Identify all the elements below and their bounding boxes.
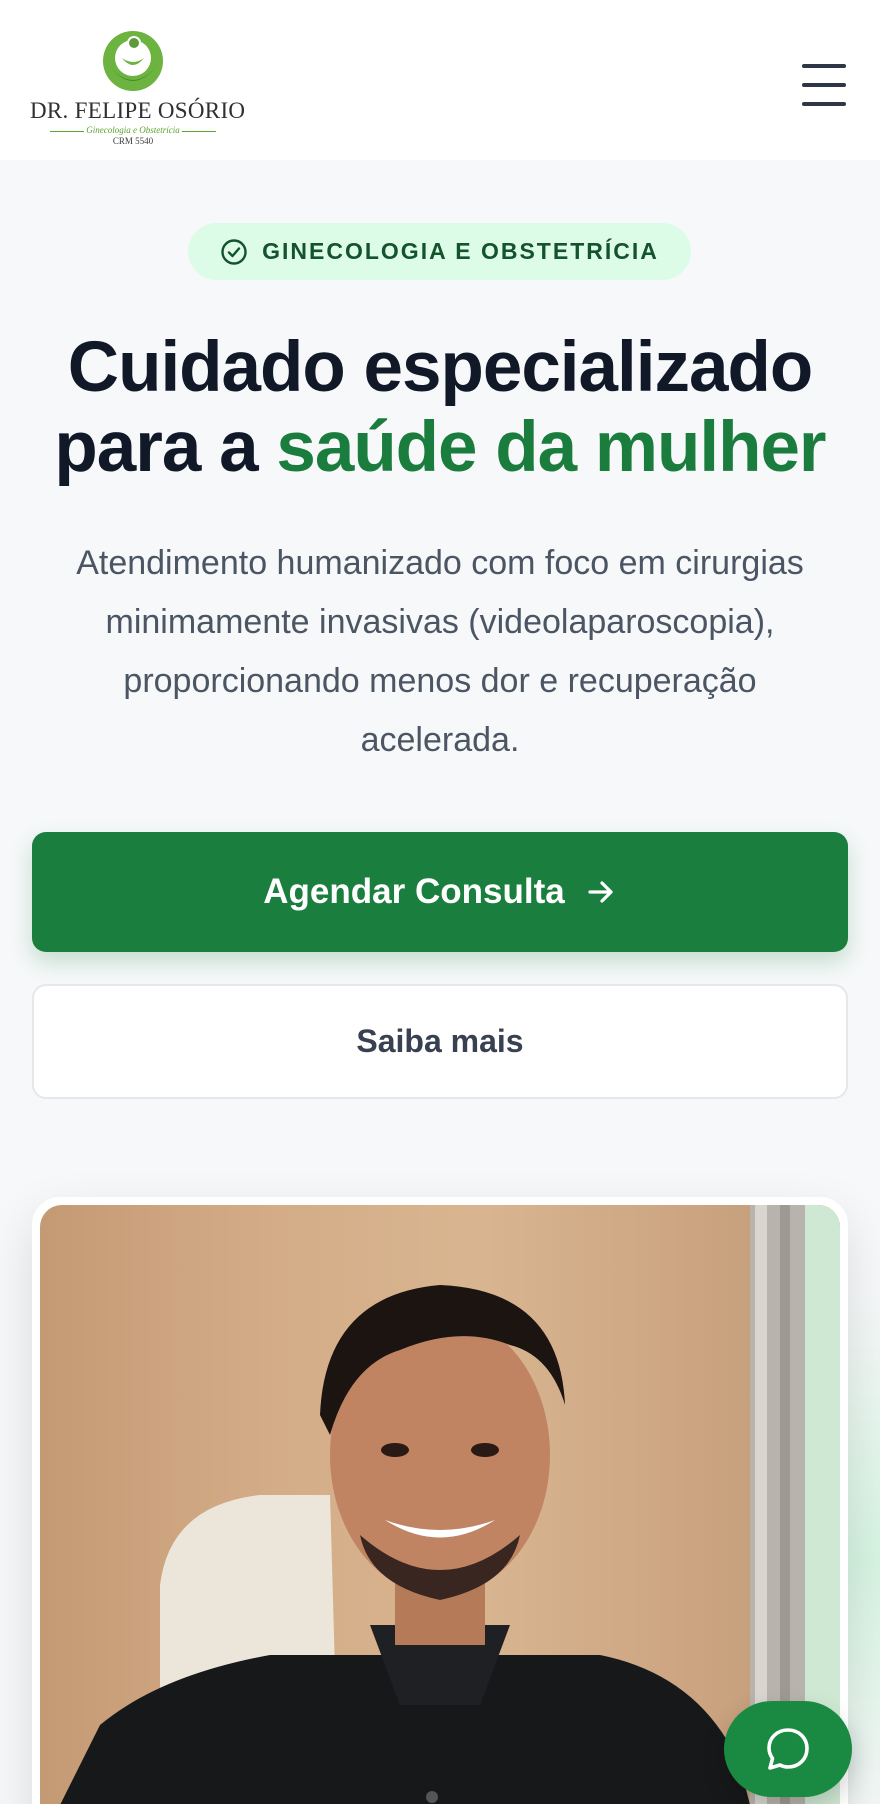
logo-crm: CRM 5540: [112, 136, 154, 146]
chat-button[interactable]: [724, 1701, 852, 1797]
badge-label: GINECOLOGIA E OBSTETRÍCIA: [262, 238, 659, 264]
arrow-right-icon: [585, 876, 617, 908]
doctor-photo-card: [32, 1197, 848, 1804]
hero-subtitle: Atendimento humanizado com foco em cirur…: [76, 544, 804, 759]
headline-line-1: Cuidado especializado: [67, 328, 813, 407]
headline-highlight: saúde da mulher: [276, 408, 826, 487]
schedule-appointment-label: Agendar Consulta: [263, 872, 565, 911]
learn-more-button[interactable]: Saiba mais: [32, 984, 848, 1099]
hamburger-menu-icon[interactable]: [802, 64, 846, 106]
logo-mark-icon: [103, 31, 163, 91]
logo[interactable]: DR. FELIPE OSÓRIO Ginecologia e Obstetrí…: [30, 28, 246, 148]
logo-specialty: Ginecologia e Obstetrícia: [86, 125, 180, 135]
logo-divider: [182, 131, 216, 132]
menu-line: [802, 64, 846, 68]
headline-line-2-start: para a: [54, 408, 277, 487]
schedule-appointment-button[interactable]: Agendar Consulta: [32, 832, 848, 952]
site-header: DR. FELIPE OSÓRIO Ginecologia e Obstetrí…: [0, 0, 880, 160]
check-circle-icon: [220, 238, 248, 266]
doctor-photo: [40, 1205, 840, 1804]
specialty-badge: GINECOLOGIA E OBSTETRÍCIA: [188, 223, 691, 280]
chat-bubble-icon: [767, 1728, 809, 1770]
menu-line: [802, 83, 846, 87]
hero-headline: Cuidado especializado para a saúde da mu…: [0, 328, 880, 488]
learn-more-label: Saiba mais: [356, 1023, 524, 1059]
logo-name: DR. FELIPE OSÓRIO: [30, 98, 246, 123]
menu-line: [802, 102, 846, 106]
